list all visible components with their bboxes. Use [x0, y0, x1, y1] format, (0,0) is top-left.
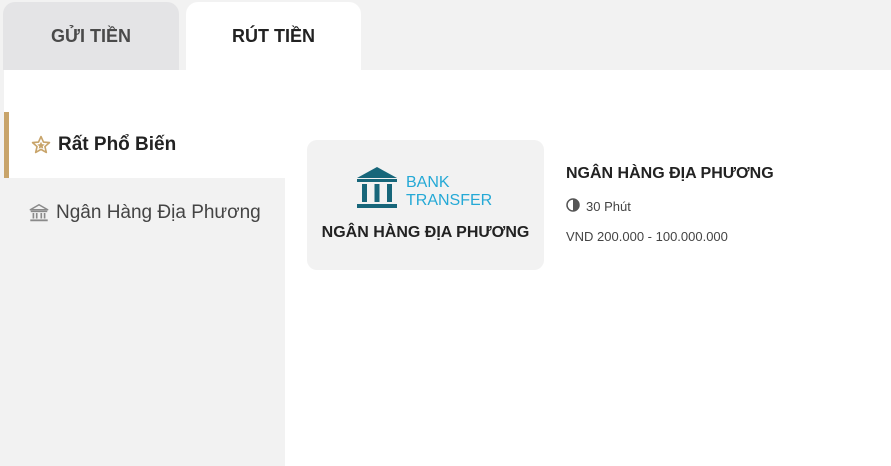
payment-method-card[interactable]: BANK TRANSFER NGÂN HÀNG ĐỊA PHƯƠNG: [307, 140, 544, 270]
card-label: NGÂN HÀNG ĐỊA PHƯƠNG: [321, 224, 530, 241]
clock-icon: [566, 198, 586, 215]
method-title: NGÂN HÀNG ĐỊA PHƯƠNG: [566, 165, 774, 182]
tab-withdraw[interactable]: RÚT TIỀN: [186, 2, 361, 70]
category-sidebar: Rất Phổ Biến Ngân Hàng Địa Phương: [4, 112, 285, 466]
tab-deposit[interactable]: GỬI TIỀN: [3, 2, 179, 70]
sidebar-item-local-bank[interactable]: Ngân Hàng Địa Phương: [4, 180, 285, 246]
payment-tabs: GỬI TIỀN RÚT TIỀN: [0, 0, 891, 70]
amount-limits: VND 200.000 - 100.000.000: [566, 229, 728, 244]
sidebar-item-label: Rất Phổ Biến: [58, 134, 177, 155]
logo-text-bank: BANK: [406, 174, 450, 191]
processing-time: 30 Phút: [566, 198, 631, 215]
logo-text-transfer: TRANSFER: [406, 192, 492, 209]
bank-transfer-logo: BANK TRANSFER: [355, 165, 505, 211]
processing-time-text: 30 Phút: [586, 199, 631, 214]
sidebar-item-popular[interactable]: Rất Phổ Biến: [4, 112, 285, 178]
star-icon: [26, 134, 56, 156]
bank-icon: [24, 202, 54, 224]
withdraw-panel: Rất Phổ Biến Ngân Hàng Địa Phương BANK T…: [4, 70, 891, 466]
sidebar-item-label: Ngân Hàng Địa Phương: [56, 202, 261, 223]
